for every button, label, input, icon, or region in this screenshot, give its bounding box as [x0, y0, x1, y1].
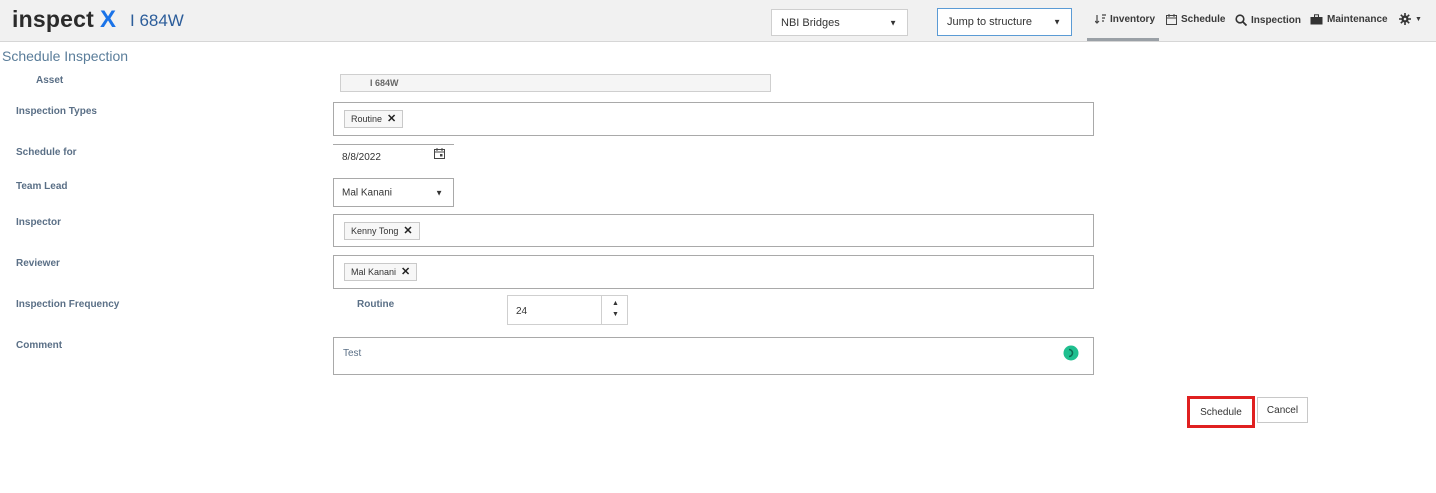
inspector-label: Inspector — [16, 217, 62, 228]
schedule-date-input[interactable]: 8/8/2022 — [342, 152, 381, 163]
inspection-frequency-label: Inspection Frequency — [16, 299, 120, 310]
team-lead-value: Mal Kanani — [342, 187, 393, 198]
chip-label: Mal Kanani — [351, 267, 397, 277]
header-asset-title: I 684W — [130, 11, 184, 30]
asset-field: I 684W — [340, 74, 771, 92]
inspector-input[interactable]: Kenny Tong ✕ — [333, 214, 1094, 247]
dataset-select[interactable]: NBI Bridges ▼ — [771, 9, 908, 36]
nav-inventory-label: Inventory — [1110, 14, 1156, 25]
nav-schedule-label: Schedule — [1181, 14, 1226, 25]
inspection-types-label: Inspection Types — [16, 106, 97, 117]
comment-textarea[interactable]: Test — [333, 337, 1094, 375]
page-title: Schedule Inspection — [2, 48, 129, 64]
remove-chip-icon[interactable]: ✕ — [403, 222, 412, 240]
nav-schedule[interactable]: Schedule — [1166, 14, 1225, 25]
stepper-divider — [601, 296, 602, 324]
reviewer-input[interactable]: Mal Kanani ✕ — [333, 255, 1094, 289]
calendar-icon — [1166, 14, 1177, 25]
frequency-routine-label: Routine — [357, 299, 395, 310]
cancel-button-label: Cancel — [1266, 404, 1299, 416]
calendar-icon[interactable] — [434, 148, 445, 159]
nav-maintenance-label: Maintenance — [1327, 14, 1388, 25]
nav-inspection-label: Inspection — [1251, 14, 1302, 26]
jump-select-value: Jump to structure — [947, 16, 1032, 28]
inspector-chip: Kenny Tong ✕ — [344, 222, 420, 240]
chip-label: Routine — [351, 114, 383, 124]
nav-maintenance[interactable]: Maintenance — [1310, 14, 1388, 25]
reviewer-chip: Mal Kanani ✕ — [344, 263, 418, 281]
team-lead-label: Team Lead — [16, 181, 68, 192]
brand-logo[interactable]: inspect X — [12, 6, 116, 34]
increment-icon[interactable]: ▲ — [612, 300, 619, 307]
decrement-icon[interactable]: ▼ — [612, 311, 619, 318]
remove-chip-icon[interactable]: ✕ — [387, 110, 396, 128]
comment-label: Comment — [16, 340, 63, 351]
gear-icon — [1399, 13, 1411, 25]
comment-value: Test — [343, 348, 362, 359]
asset-label: Asset — [36, 75, 64, 86]
dataset-select-value: NBI Bridges — [781, 16, 840, 29]
reviewer-label: Reviewer — [16, 258, 60, 269]
schedule-for-label: Schedule for — [16, 147, 77, 158]
briefcase-icon — [1310, 14, 1323, 25]
brand-text: inspect — [12, 6, 94, 32]
jump-to-structure-select[interactable]: Jump to structure ▼ — [937, 8, 1072, 36]
remove-chip-icon[interactable]: ✕ — [401, 263, 410, 281]
settings-menu[interactable]: ▼ — [1399, 13, 1422, 25]
sort-icon — [1095, 14, 1106, 24]
date-field-border — [333, 144, 454, 145]
nav-inspection[interactable]: Inspection — [1235, 14, 1301, 26]
schedule-button[interactable]: Schedule — [1187, 396, 1255, 428]
team-lead-select[interactable]: Mal Kanani ▼ — [333, 178, 454, 207]
chevron-down-icon: ▼ — [1053, 17, 1061, 27]
chevron-down-icon: ▼ — [889, 18, 897, 27]
nav-inventory[interactable]: Inventory — [1095, 14, 1155, 25]
cancel-button[interactable]: Cancel — [1257, 397, 1308, 423]
grammar-assistant-icon[interactable] — [1063, 345, 1079, 361]
asset-value: I 684W — [370, 78, 399, 88]
chip-label: Kenny Tong — [351, 226, 399, 236]
search-icon — [1235, 14, 1247, 26]
inspection-types-input[interactable]: Routine ✕ — [333, 102, 1094, 136]
schedule-button-label: Schedule — [1200, 406, 1242, 418]
chevron-down-icon: ▼ — [435, 188, 443, 197]
inspection-type-chip: Routine ✕ — [344, 110, 404, 128]
brand-mark: X — [99, 6, 117, 33]
frequency-value: 24 — [516, 306, 528, 317]
frequency-stepper[interactable]: 24 ▲ ▼ — [507, 295, 628, 325]
top-bar: inspect X I 684W NBI Bridges ▼ Jump to st… — [0, 0, 1436, 42]
chevron-down-icon: ▼ — [1415, 15, 1422, 23]
